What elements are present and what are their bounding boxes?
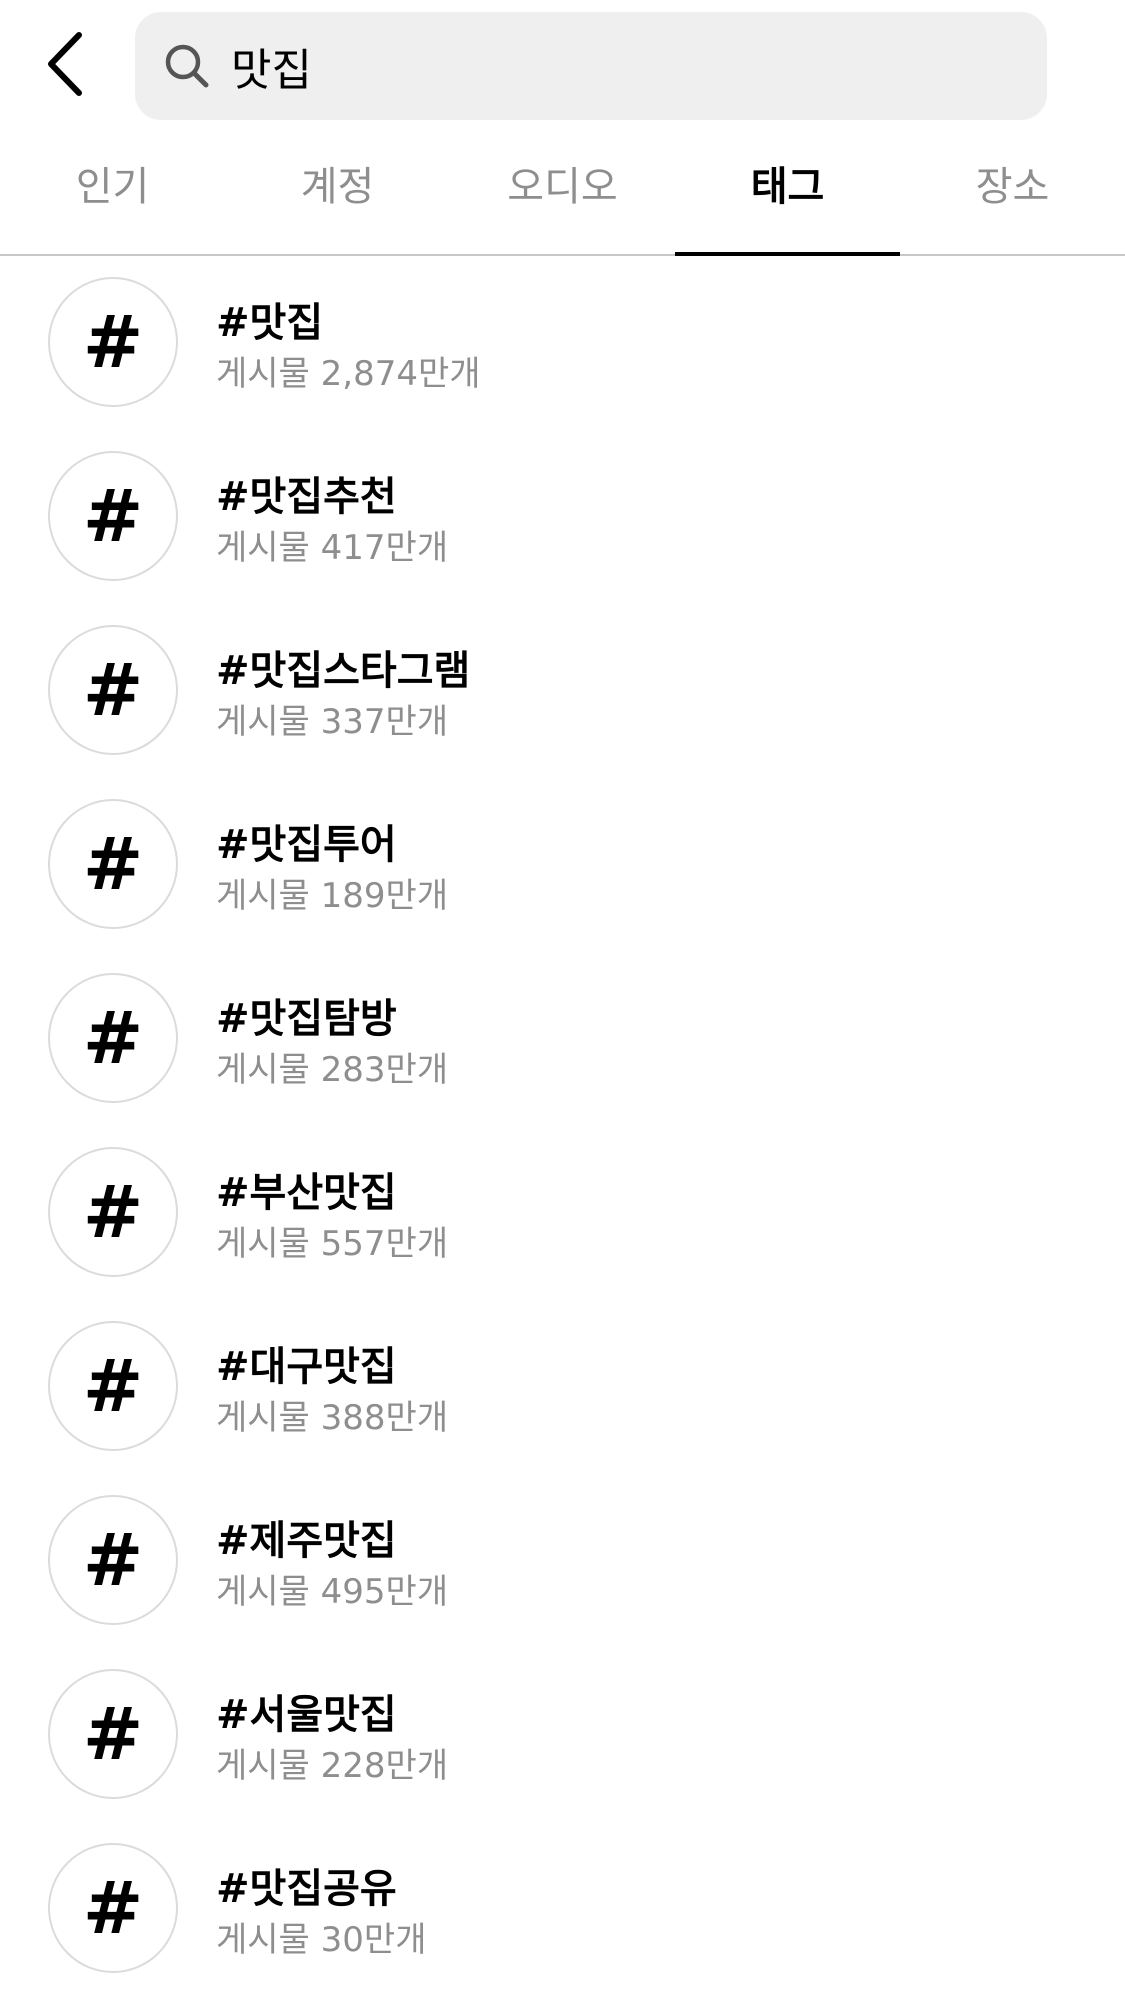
post-count: 게시물 388만개 xyxy=(216,1398,449,1438)
post-count: 게시물 30만개 xyxy=(216,1920,427,1960)
hashtag-icon: # xyxy=(48,1669,178,1799)
hashtag-name: #맛집 xyxy=(216,300,324,346)
back-button[interactable] xyxy=(30,20,100,108)
tab-places[interactable]: 장소 xyxy=(900,128,1125,254)
hashtag-icon: # xyxy=(48,1147,178,1277)
hashtag-result-item[interactable]: # #맛집투어 게시물 189만개 xyxy=(0,778,1125,952)
tab-accounts[interactable]: 계정 xyxy=(225,128,450,254)
hashtag-result-item[interactable]: # #맛집 게시물 2,874만개 xyxy=(0,256,1125,430)
hashtag-name: #맛집공유 xyxy=(216,1866,397,1912)
post-count: 게시물 189만개 xyxy=(216,876,449,916)
tab-popular[interactable]: 인기 xyxy=(0,128,225,254)
hashtag-name: #맛집스타그램 xyxy=(216,648,471,694)
post-count: 게시물 228만개 xyxy=(216,1746,449,1786)
top-bar xyxy=(0,0,1125,128)
search-icon xyxy=(163,42,211,90)
post-count: 게시물 337만개 xyxy=(216,702,449,742)
hashtag-icon: # xyxy=(48,973,178,1103)
hashtag-name: #맛집투어 xyxy=(216,822,397,868)
hashtag-result-item[interactable]: # #맛집스타그램 게시물 337만개 xyxy=(0,604,1125,778)
post-count: 게시물 557만개 xyxy=(216,1224,449,1264)
hashtag-icon: # xyxy=(48,451,178,581)
tab-bar: 인기 계정 오디오 태그 장소 xyxy=(0,128,1125,256)
hashtag-icon: # xyxy=(48,277,178,407)
hashtag-name: #맛집탐방 xyxy=(216,996,397,1042)
post-count: 게시물 495만개 xyxy=(216,1572,449,1612)
hashtag-name: #맛집추천 xyxy=(216,474,397,520)
hashtag-name: #대구맛집 xyxy=(216,1344,397,1390)
hashtag-result-item[interactable]: # #부산맛집 게시물 557만개 xyxy=(0,1126,1125,1300)
hashtag-result-item[interactable]: # #제주맛집 게시물 495만개 xyxy=(0,1474,1125,1648)
hashtag-icon: # xyxy=(48,625,178,755)
post-count: 게시물 283만개 xyxy=(216,1050,449,1090)
hashtag-result-item[interactable]: # #맛집공유 게시물 30만개 xyxy=(0,1822,1125,1996)
hashtag-result-item[interactable]: # #서울맛집 게시물 228만개 xyxy=(0,1648,1125,1822)
tab-audio[interactable]: 오디오 xyxy=(450,128,675,254)
post-count: 게시물 417만개 xyxy=(216,528,449,568)
search-input[interactable] xyxy=(231,40,1011,92)
chevron-left-icon xyxy=(48,32,82,96)
search-bar[interactable] xyxy=(135,12,1047,120)
hashtag-icon: # xyxy=(48,1321,178,1451)
hashtag-name: #부산맛집 xyxy=(216,1170,397,1216)
hashtag-icon: # xyxy=(48,1495,178,1625)
hashtag-result-item[interactable]: # #맛집탐방 게시물 283만개 xyxy=(0,952,1125,1126)
tab-tags[interactable]: 태그 xyxy=(675,128,900,254)
post-count: 게시물 2,874만개 xyxy=(216,354,481,394)
hashtag-icon: # xyxy=(48,1843,178,1973)
hashtag-name: #제주맛집 xyxy=(216,1518,397,1564)
hashtag-result-item[interactable]: # #맛집추천 게시물 417만개 xyxy=(0,430,1125,604)
hashtag-name: #서울맛집 xyxy=(216,1692,397,1738)
hashtag-icon: # xyxy=(48,799,178,929)
hashtag-result-item[interactable]: # #대구맛집 게시물 388만개 xyxy=(0,1300,1125,1474)
